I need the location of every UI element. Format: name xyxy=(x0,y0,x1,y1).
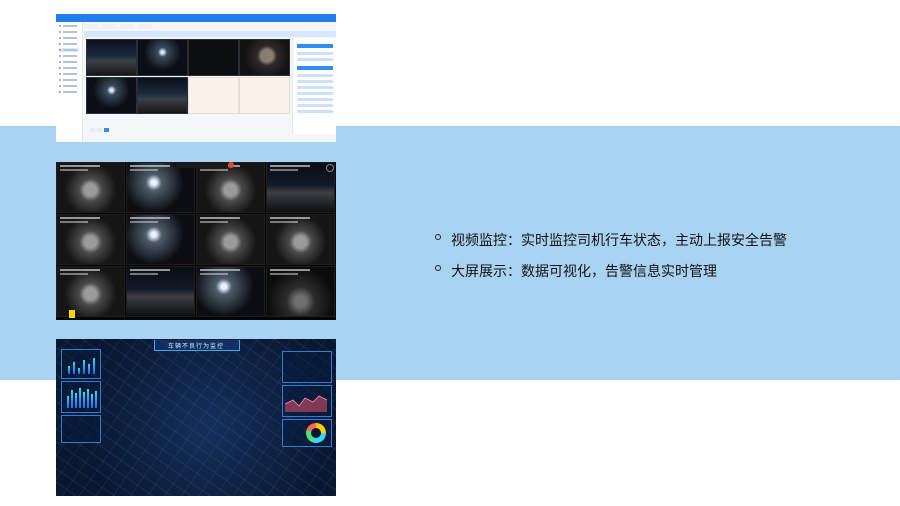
panel-row xyxy=(297,104,333,107)
camera-tile xyxy=(266,162,335,213)
wall-toolbar xyxy=(176,162,228,168)
camera-feed-empty xyxy=(188,77,239,114)
sidebar-item xyxy=(59,30,79,34)
app-sidebar xyxy=(56,22,83,142)
camera-wall xyxy=(56,162,336,320)
mini-area-chart xyxy=(285,395,327,412)
donut-chart-icon xyxy=(306,423,326,443)
sidebar-item xyxy=(59,36,79,40)
right-panel xyxy=(292,38,336,134)
panel-button xyxy=(297,66,333,70)
app-tabs xyxy=(84,24,334,29)
camera-tile xyxy=(196,162,265,213)
dashboard-panel xyxy=(61,349,101,379)
page-button xyxy=(97,128,102,132)
panel-header xyxy=(84,31,336,37)
dashboard-panel xyxy=(282,351,332,383)
camera-feed xyxy=(188,39,239,76)
panel-row xyxy=(297,86,333,89)
panel-row xyxy=(297,74,333,77)
camera-tile xyxy=(126,266,195,317)
tab xyxy=(84,24,98,28)
camera-wall-screenshot xyxy=(56,162,336,320)
camera-tile xyxy=(56,214,125,265)
panel-row xyxy=(297,52,333,55)
panel-row xyxy=(297,58,333,61)
sidebar-item xyxy=(59,66,79,70)
sidebar-item xyxy=(59,54,79,58)
camera-tile xyxy=(266,266,335,317)
sidebar-item xyxy=(59,24,79,28)
sidebar-item xyxy=(59,90,79,94)
mini-bar-chart xyxy=(66,352,102,374)
sidebar-item-active xyxy=(59,48,79,52)
panel-row xyxy=(297,80,333,83)
sidebar-item xyxy=(59,60,79,64)
camera-tile xyxy=(126,162,195,213)
feature-text: 大屏展示：数据可视化，告警信息实时管理 xyxy=(451,264,717,280)
circle-bullet-icon xyxy=(435,234,441,240)
sidebar-item xyxy=(59,42,79,46)
app-header xyxy=(56,14,336,22)
badge-icon xyxy=(69,310,75,318)
tab xyxy=(102,24,116,28)
dashboard-panel xyxy=(61,381,101,413)
camera-feed xyxy=(86,77,137,114)
camera-tile xyxy=(196,214,265,265)
web-monitoring-screenshot xyxy=(56,14,336,142)
pager xyxy=(90,128,120,132)
sidebar-item xyxy=(59,72,79,76)
settings-icon xyxy=(326,164,334,172)
sidebar-item xyxy=(59,78,79,82)
camera-feed xyxy=(137,39,188,76)
camera-grid xyxy=(86,39,290,115)
page-button xyxy=(90,128,95,132)
page-button-active xyxy=(104,128,109,132)
camera-tile xyxy=(126,214,195,265)
camera-tile xyxy=(196,266,265,317)
camera-tile xyxy=(56,162,125,213)
camera-tile xyxy=(266,214,335,265)
panel-row xyxy=(297,110,333,113)
panel-row xyxy=(297,98,333,101)
camera-feed xyxy=(86,39,137,76)
dashboard-title: 车辆不良行为监控 xyxy=(167,343,224,350)
camera-tile xyxy=(56,266,125,317)
sidebar-item xyxy=(59,84,79,88)
tab xyxy=(120,24,134,28)
panel-row xyxy=(297,92,333,95)
dashboard-panel xyxy=(282,385,332,417)
camera-feed-empty xyxy=(239,77,290,114)
feature-text: 视频监控：实时监控司机行车状态，主动上报安全告警 xyxy=(451,233,787,249)
dashboard-panel xyxy=(61,415,101,443)
dashboard-screenshot: 车辆不良行为监控 xyxy=(56,339,336,496)
camera-feed xyxy=(137,77,188,114)
tab xyxy=(138,24,152,28)
record-icon xyxy=(228,162,234,168)
panel-button xyxy=(297,44,333,48)
circle-bullet-icon xyxy=(435,265,441,271)
camera-feed xyxy=(239,39,290,76)
mini-bar-chart xyxy=(66,386,102,408)
